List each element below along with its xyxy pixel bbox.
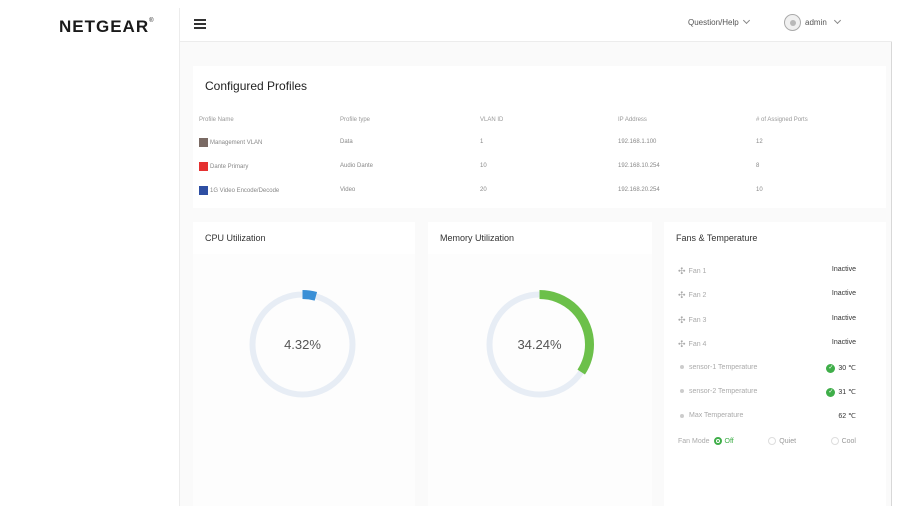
list-item: ✣ Fan 1 Inactive — [678, 266, 856, 290]
question-help-menu[interactable]: Question/Help — [688, 16, 750, 27]
item-value: Inactive — [831, 266, 856, 273]
item-label: Fan 1 — [688, 268, 707, 275]
user-menu[interactable]: admin — [784, 14, 841, 31]
item-value: Inactive — [831, 314, 856, 322]
radio-icon — [830, 437, 839, 445]
profiles-table: Profile Name Profile type VLAN ID IP Add… — [199, 110, 889, 202]
item-value: 62 ℃ — [838, 413, 856, 421]
sensor-icon — [680, 389, 684, 394]
profile-name-cell: 1G Video Encode/Decode — [199, 178, 340, 202]
item-value: Inactive — [831, 290, 856, 298]
table-row[interactable]: 1G Video Encode/Decode Video 20 192.168.20.… — [199, 178, 889, 202]
list-item: ✣ Fan 3 Inactive — [678, 315, 856, 339]
profile-name: Dante Primary — [210, 163, 249, 170]
ok-check-icon: ✓ — [826, 387, 836, 397]
panel-title: Configured Profiles — [205, 79, 308, 93]
ip-address-cell: 192.168.1.100 — [618, 139, 657, 145]
chevron-down-icon — [742, 16, 750, 25]
cpu-donut-chart: 4.32% — [248, 290, 357, 399]
profile-name: Management VLAN — [210, 139, 263, 146]
column-header[interactable]: VLAN ID — [480, 110, 618, 130]
avatar-icon — [784, 14, 801, 31]
vlan-id-cell: 20 — [480, 187, 487, 193]
vlan-id-cell: 1 — [480, 139, 484, 145]
column-header[interactable]: # of Assigned Ports — [756, 110, 889, 130]
fans-list: ✣ Fan 1 Inactive ✣ Fan 2 Inactive ✣ Fan 3 Inacti… — [678, 266, 856, 437]
profile-type-cell: Audio Dante — [340, 163, 374, 169]
fan-icon: ✣ — [678, 290, 686, 301]
item-label: Fan 2 — [688, 292, 707, 300]
memory-utilization-card: Memory Utilization 34.24% — [428, 222, 652, 506]
item-value: Inactive — [831, 339, 856, 347]
column-header[interactable]: Profile Name — [199, 110, 340, 130]
profile-name-cell: Dante Primary — [199, 154, 340, 178]
sensor-icon — [680, 413, 684, 418]
top-bar: Question/Help admin — [180, 8, 892, 42]
sensor-icon — [680, 365, 684, 370]
card-title: Fans & Temperature — [676, 233, 758, 243]
vlan-id-cell: 10 — [480, 163, 487, 169]
list-item: ✣ Fan 4 Inactive — [678, 339, 856, 363]
table-row[interactable]: Management VLAN Data 1 192.168.1.100 12 — [199, 130, 889, 154]
item-label: Fan 3 — [688, 316, 707, 324]
card-title: Memory Utilization — [440, 233, 515, 243]
option-label: Quiet — [779, 437, 797, 445]
profile-name: 1G Video Encode/Decode — [210, 187, 280, 194]
profile-color-swatch — [199, 185, 208, 195]
radio-icon — [713, 437, 722, 445]
option-label: Off — [724, 437, 734, 445]
option-label: Cool — [841, 437, 856, 445]
menu-icon[interactable] — [194, 19, 206, 29]
fan-mode-option-cool[interactable]: Cool — [830, 437, 856, 445]
list-item: sensor-1 Temperature ✓ 30 ℃ — [678, 363, 856, 388]
memory-donut-chart: 34.24% — [485, 290, 594, 399]
column-header[interactable]: Profile type — [340, 110, 480, 130]
item-value: 30 ℃ — [838, 365, 856, 373]
fan-mode-selector: Fan Mode Off Quiet Cool — [678, 437, 856, 445]
fan-icon: ✣ — [678, 266, 686, 276]
profile-type-cell: Data — [340, 139, 353, 145]
list-item: ✣ Fan 2 Inactive — [678, 290, 856, 314]
cpu-value: 4.32% — [284, 337, 321, 352]
user-label: admin — [805, 18, 827, 27]
item-value: 31 ℃ — [838, 389, 856, 397]
assigned-ports-cell: 12 — [756, 139, 763, 145]
item-label: Max Temperature — [689, 412, 744, 420]
table-row[interactable]: Dante Primary Audio Dante 10 192.168.10.254… — [199, 154, 889, 178]
list-item: sensor-2 Temperature ✓ 31 ℃ — [678, 387, 856, 412]
ip-address-cell: 192.168.10.254 — [618, 163, 660, 169]
sidebar: NETGEAR® — [12, 8, 180, 506]
chevron-down-icon — [833, 16, 841, 25]
ok-check-icon: ✓ — [826, 363, 836, 373]
column-header[interactable]: IP Address — [618, 110, 756, 130]
fans-temperature-card: Fans & Temperature ✣ Fan 1 Inactive ✣ Fan 2I… — [664, 222, 886, 506]
profile-color-swatch — [199, 161, 208, 171]
item-label: Fan 4 — [688, 341, 707, 349]
item-label: sensor-2 Temperature — [689, 387, 758, 395]
profile-name-cell: Management VLAN — [199, 130, 340, 154]
fan-icon: ✣ — [678, 314, 686, 325]
netgear-logo[interactable]: NETGEAR® — [59, 17, 155, 37]
profile-color-swatch — [199, 137, 208, 147]
configured-profiles-panel: Configured Profiles Profile Name Profile… — [193, 66, 886, 208]
assigned-ports-cell: 10 — [756, 187, 763, 193]
fan-icon: ✣ — [678, 339, 686, 350]
assigned-ports-cell: 8 — [756, 163, 760, 169]
list-item: Max Temperature 62 ℃ — [678, 412, 856, 436]
memory-value: 34.24% — [517, 337, 562, 352]
table-header-row: Profile Name Profile type VLAN ID IP Add… — [199, 110, 889, 130]
ip-address-cell: 192.168.20.254 — [618, 187, 660, 193]
cpu-utilization-card: CPU Utilization 4.32% — [193, 222, 415, 506]
fan-mode-label: Fan Mode — [678, 437, 710, 445]
help-label: Question/Help — [688, 18, 739, 27]
fan-mode-option-off[interactable]: Off — [713, 437, 734, 445]
item-label: sensor-1 Temperature — [689, 363, 758, 371]
fan-mode-option-quiet[interactable]: Quiet — [768, 437, 796, 445]
profile-type-cell: Video — [340, 187, 356, 193]
card-title: CPU Utilization — [205, 233, 266, 243]
radio-icon — [768, 437, 777, 445]
